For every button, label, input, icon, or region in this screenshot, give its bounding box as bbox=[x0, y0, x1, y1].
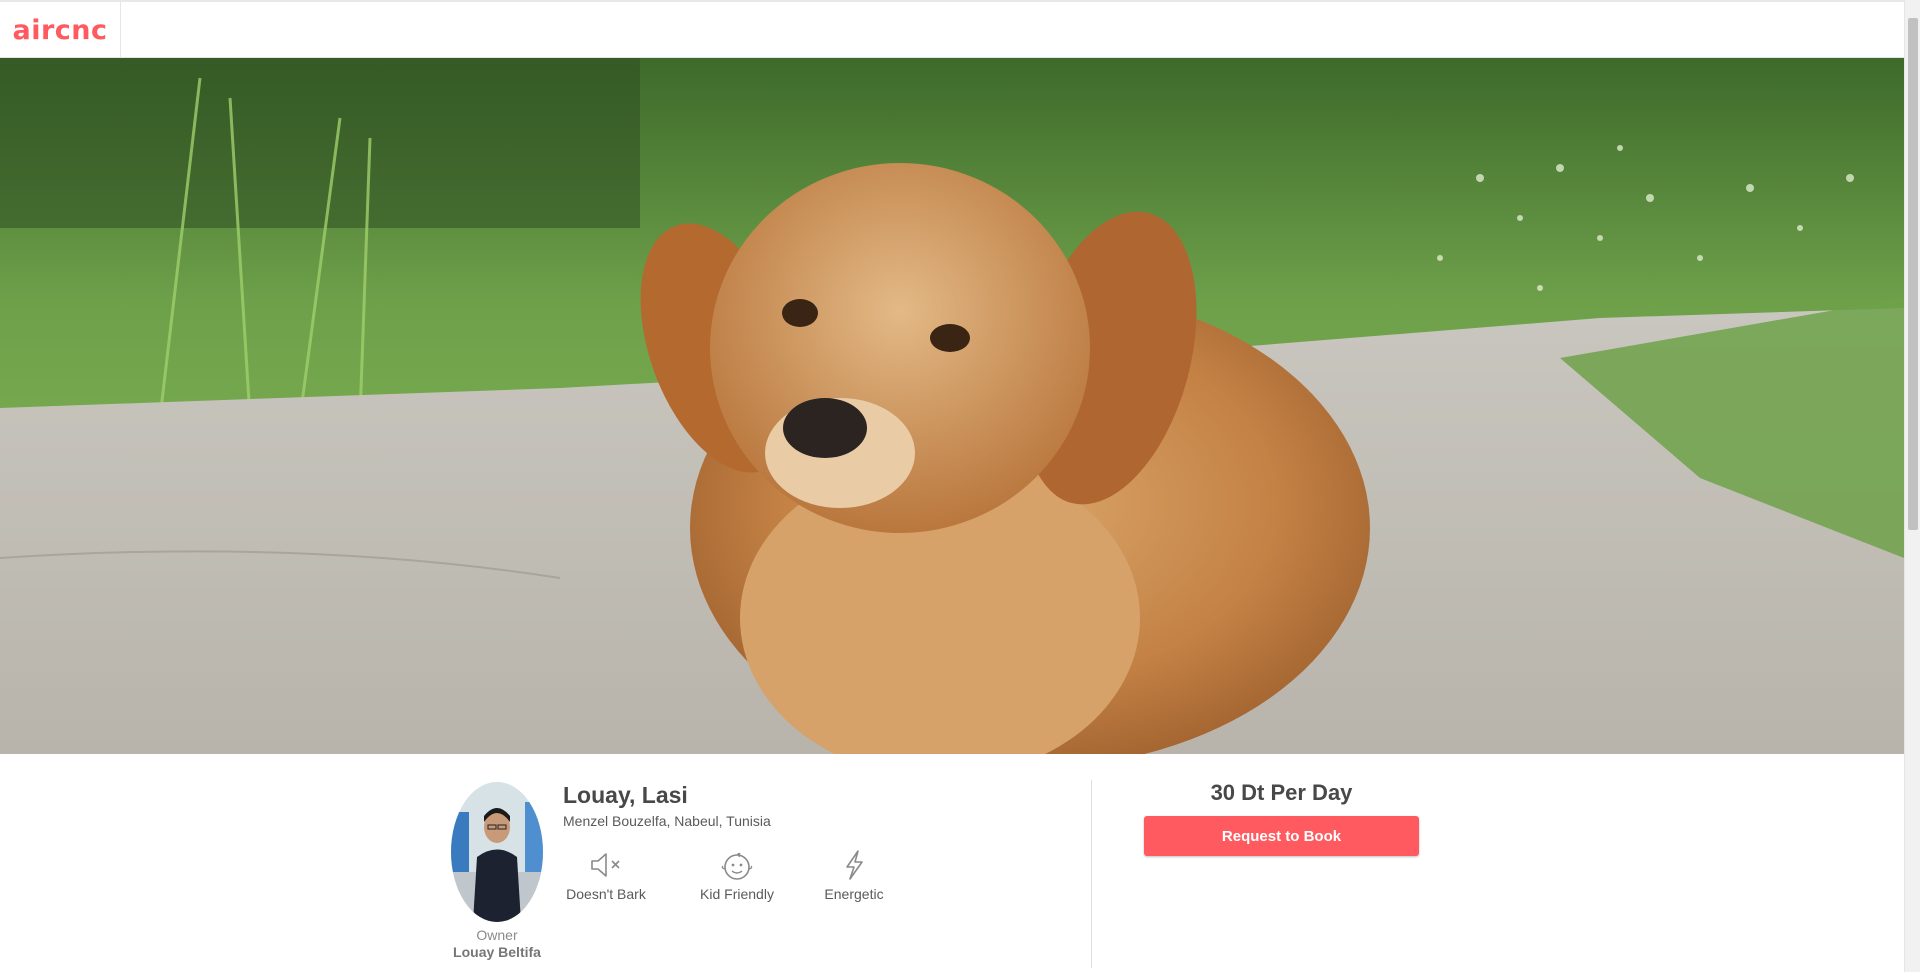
listing-details: Owner Louay Beltifa Louay, Lasi Menzel B… bbox=[0, 754, 1904, 972]
feature-doesnt-bark: Doesn't Bark bbox=[563, 848, 649, 902]
baby-face-icon bbox=[721, 852, 753, 880]
logo-link[interactable]: aircnc bbox=[0, 2, 121, 58]
page-scrollbar[interactable] bbox=[1904, 0, 1920, 972]
muted-speaker-icon bbox=[591, 853, 620, 877]
scrollbar-thumb[interactable] bbox=[1908, 18, 1918, 530]
aircnc-logo: aircnc bbox=[12, 14, 108, 46]
feature-energetic: Energetic bbox=[818, 848, 890, 902]
request-to-book-button[interactable]: Request to Book bbox=[1144, 816, 1419, 856]
price-per-day: 30 Dt Per Day bbox=[1210, 780, 1353, 805]
feature-label: Doesn't Bark bbox=[566, 886, 646, 902]
owner-label: Owner bbox=[476, 927, 518, 943]
owner-name: Louay Beltifa bbox=[453, 944, 541, 960]
owner-avatar bbox=[451, 782, 543, 922]
feature-label: Energetic bbox=[824, 886, 884, 902]
top-navbar: aircnc bbox=[0, 0, 1904, 58]
feature-label: Kid Friendly bbox=[700, 886, 774, 902]
listing-title: Louay, Lasi bbox=[563, 782, 688, 808]
listing-location: Menzel Bouzelfa, Nabeul, Tunisia bbox=[563, 813, 771, 829]
lightning-bolt-icon bbox=[846, 850, 863, 880]
feature-kid-friendly: Kid Friendly bbox=[692, 848, 782, 902]
section-divider bbox=[1091, 780, 1092, 968]
listing-hero-image bbox=[0, 58, 1904, 754]
